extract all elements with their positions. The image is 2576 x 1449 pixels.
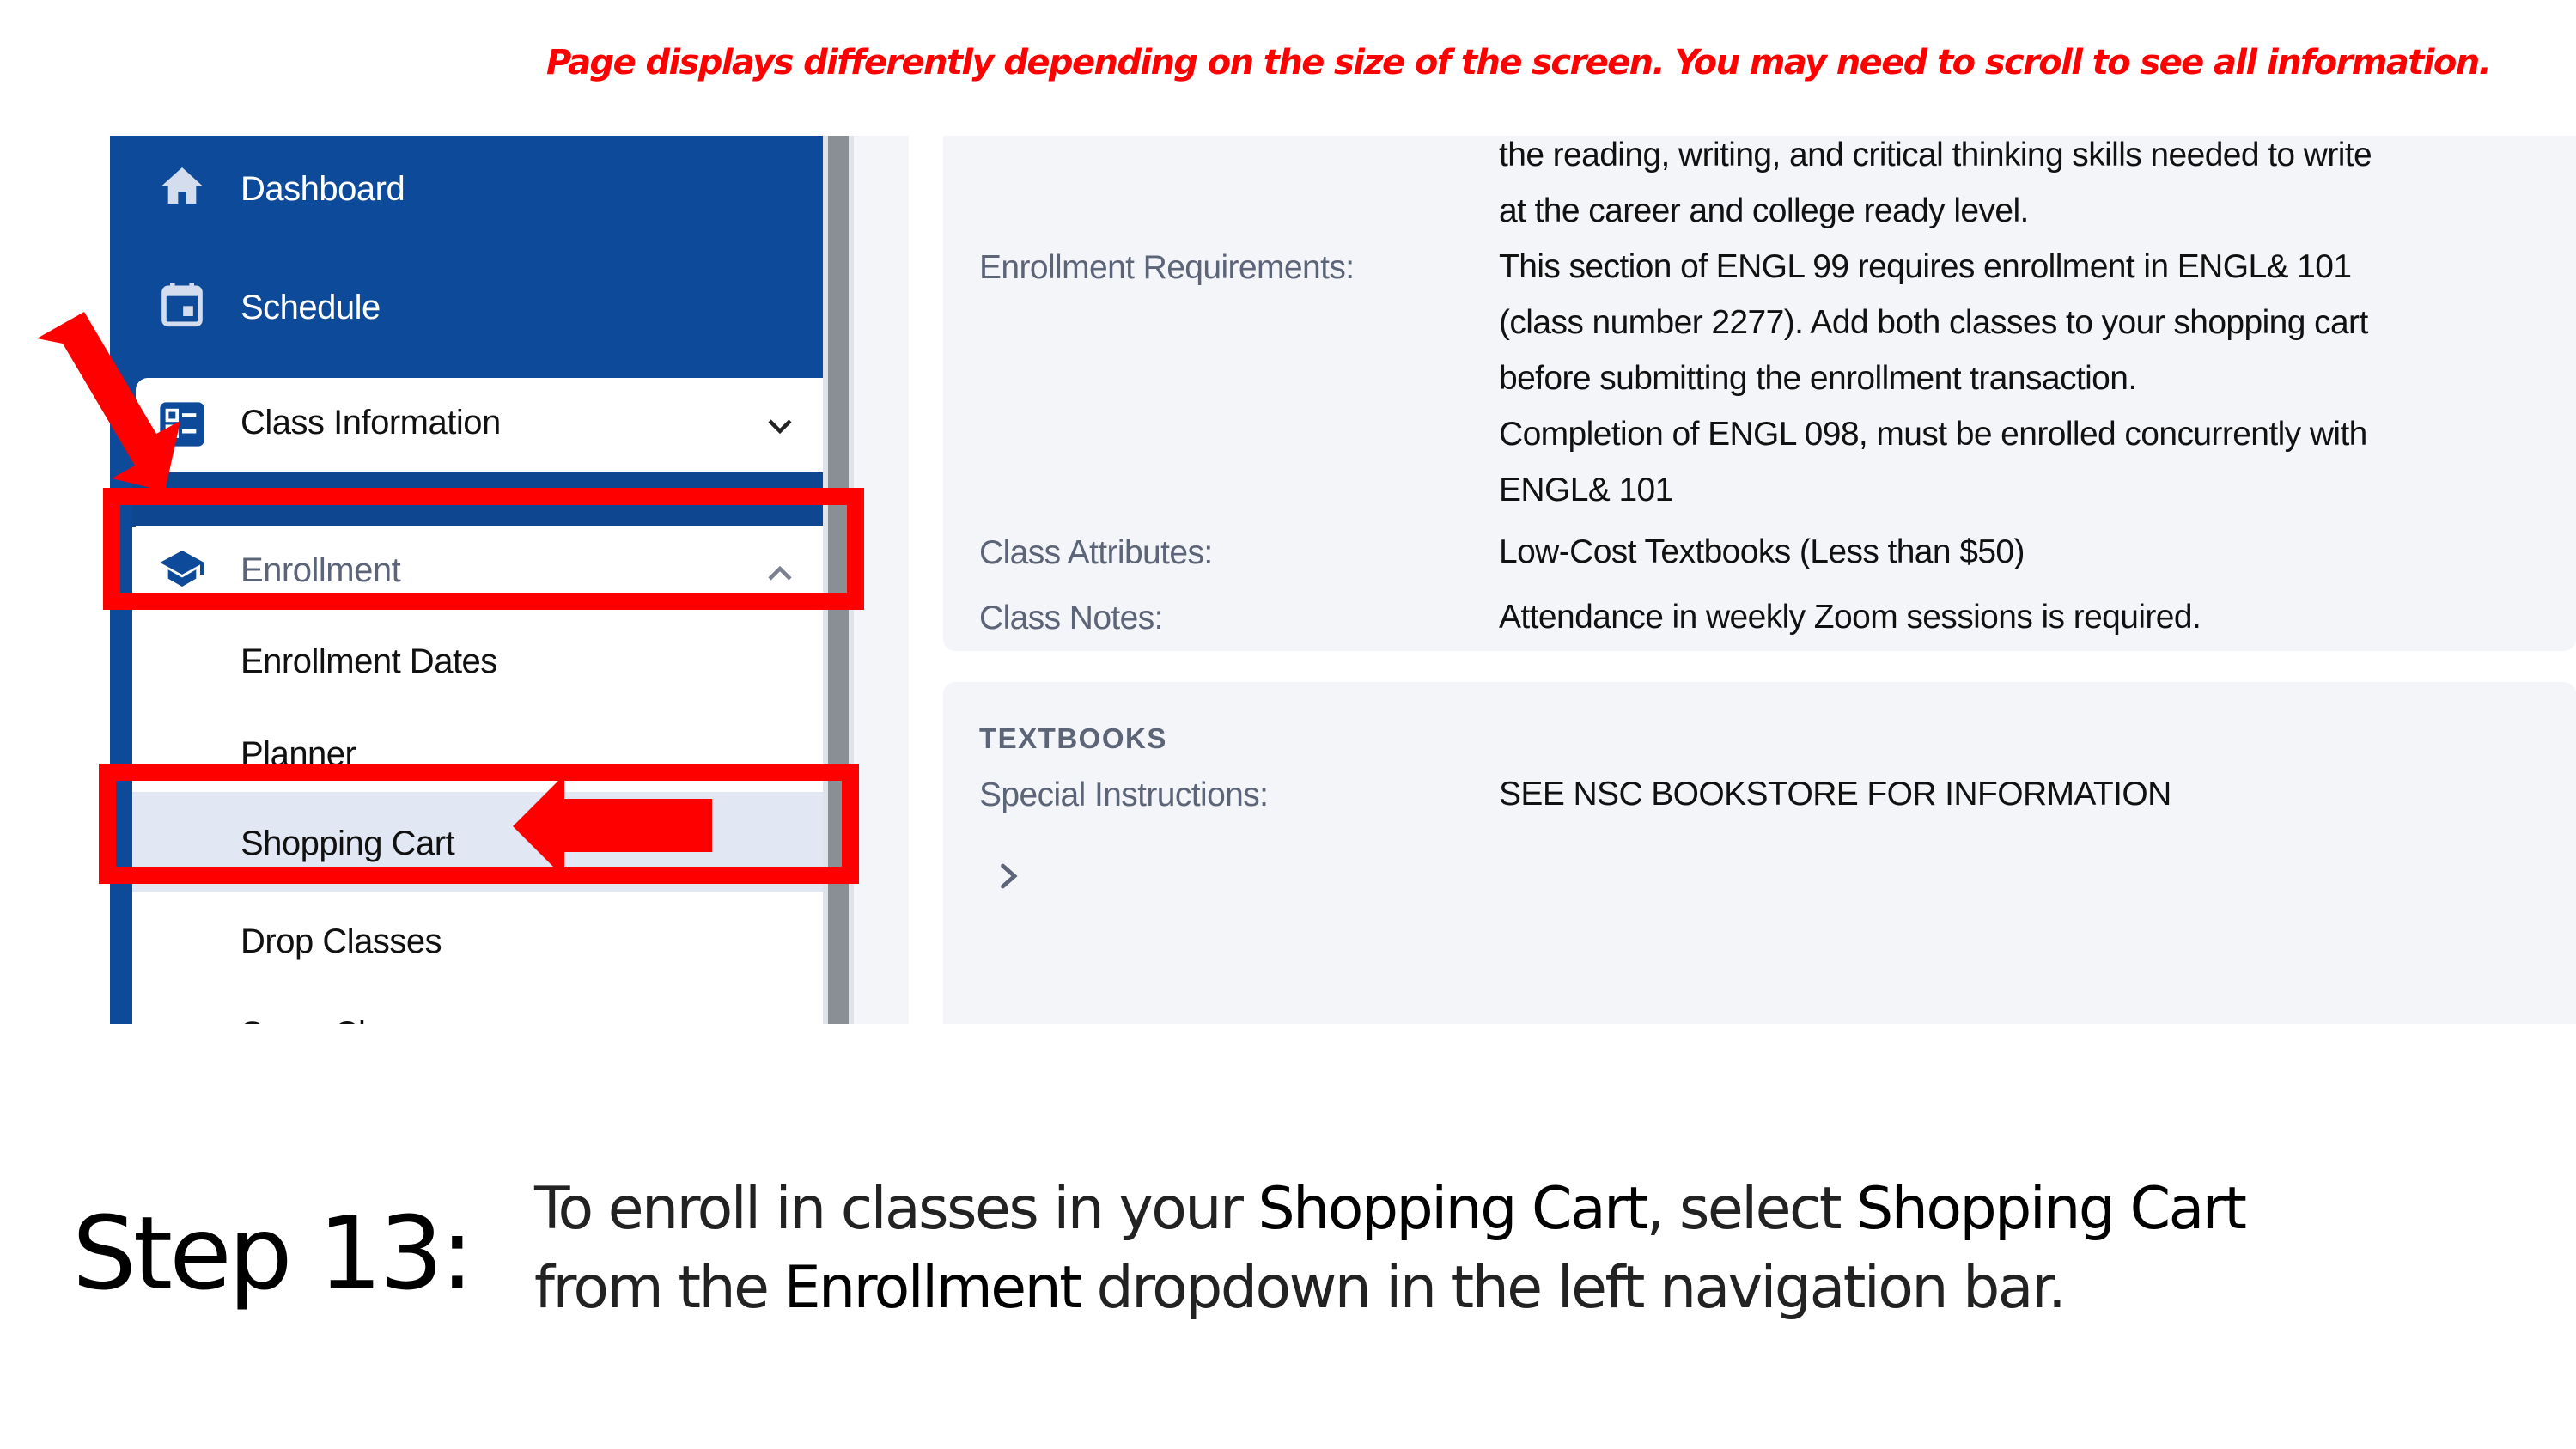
field-label: Enrollment Requirements: — [979, 249, 1355, 286]
left-arrow-icon — [513, 775, 712, 876]
field-value: Attendance in weekly Zoom sessions is re… — [1499, 599, 2201, 636]
field-value: This section of ENGL 99 requires enrollm… — [1499, 248, 2368, 508]
textbooks-card: TEXTBOOKS Special Instructions: SEE NSC … — [943, 682, 2576, 1024]
step-line-1: To enroll in classes in your Shopping Ca… — [534, 1175, 2247, 1243]
field-value: Low-Cost Textbooks (Less than $50) — [1499, 533, 2025, 570]
step-line-2: from the Enrollment dropdown in the left… — [534, 1254, 2067, 1322]
diagonal-arrow-icon — [37, 312, 180, 491]
sidebar-subitem-label: Swap Classes — [241, 1015, 454, 1024]
home-icon — [161, 167, 203, 204]
step-instructions: To enroll in classes in your Shopping Ca… — [534, 1170, 2510, 1328]
sidebar-item-class-information[interactable]: Class Information — [136, 378, 854, 472]
sidebar-subitem-enrollment-dates[interactable]: Enrollment Dates — [132, 617, 823, 706]
sidebar-item-label: Schedule — [241, 289, 381, 326]
sidebar-subitem-swap-classes[interactable]: Swap Classes — [132, 989, 823, 1024]
sidebar-subitem-drop-classes[interactable]: Drop Classes — [132, 897, 823, 986]
sidebar-subitem-label: Drop Classes — [241, 922, 442, 960]
field-label: Special Instructions: — [979, 776, 1269, 813]
sidebar-item-label: Dashboard — [241, 170, 405, 208]
sidebar-item-label: Class Information — [241, 404, 501, 441]
class-details-card: the reading, writing, and critical think… — [943, 136, 2576, 651]
sidebar-item-dashboard[interactable]: Dashboard — [132, 136, 823, 237]
step-number: Step 13: — [72, 1194, 474, 1312]
textbooks-heading: TEXTBOOKS — [979, 722, 1167, 754]
shopping-cart-highlight-box — [99, 764, 859, 884]
field-label: Class Attributes: — [979, 534, 1213, 571]
sidebar-item-schedule[interactable]: Schedule — [132, 254, 823, 357]
chevron-right-icon[interactable] — [996, 861, 1022, 892]
sidebar-subitem-label: Enrollment Dates — [241, 642, 497, 680]
chevron-down-icon[interactable] — [764, 411, 795, 441]
field-label: Class Notes: — [979, 600, 1163, 636]
field-value: SEE NSC BOOKSTORE FOR INFORMATION — [1499, 776, 2171, 813]
screen-size-notice: Page displays differently depending on t… — [546, 43, 2492, 82]
description-tail: the reading, writing, and critical think… — [1499, 137, 2372, 229]
